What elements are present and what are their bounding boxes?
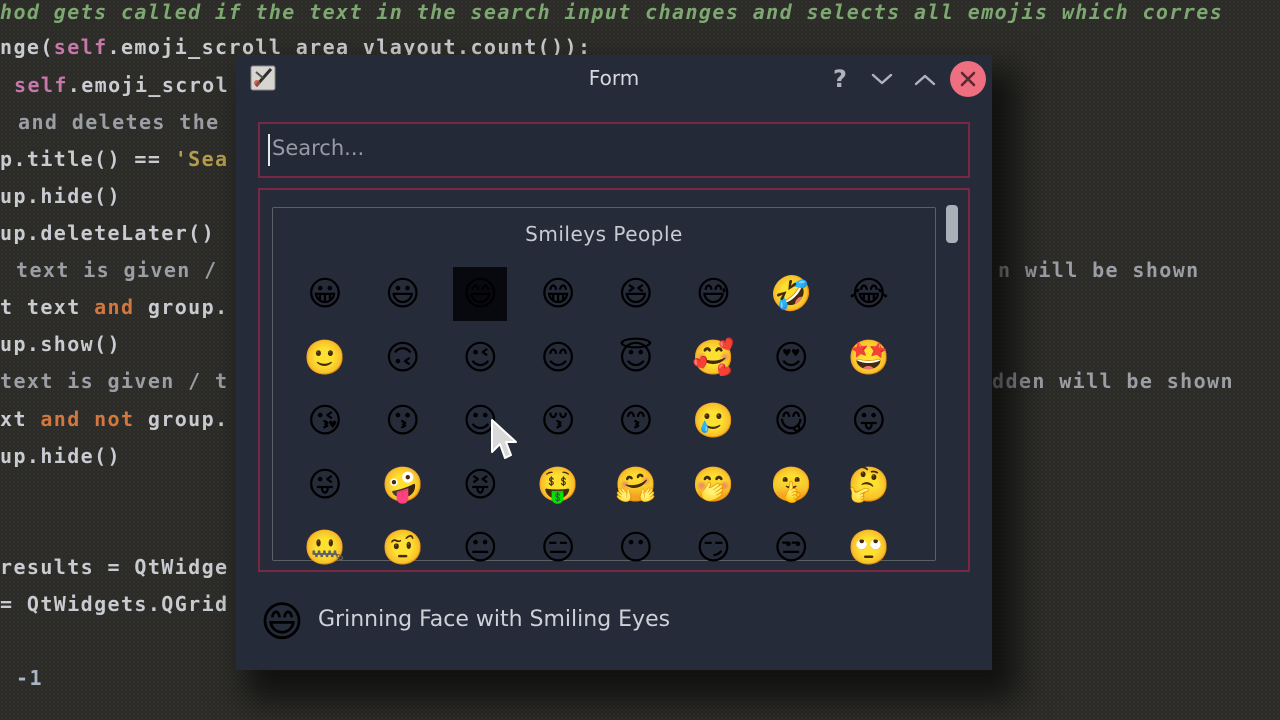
emoji-cell[interactable]: 😁: [531, 267, 585, 321]
mouse-cursor-icon: [486, 418, 520, 462]
code-line: -1: [16, 665, 43, 691]
emoji-cell[interactable]: 😛: [842, 394, 896, 448]
shade-button[interactable]: [866, 63, 898, 95]
emoji-cell[interactable]: 😃: [376, 267, 430, 321]
emoji-cell[interactable]: 😇: [609, 331, 663, 385]
emoji-cell[interactable]: 😑: [531, 521, 585, 575]
emoji-cell[interactable]: 😘: [298, 394, 352, 448]
emoji-cell[interactable]: 🤩: [842, 331, 896, 385]
emoji-cell[interactable]: 😀: [298, 267, 352, 321]
preview-label: Grinning Face with Smiling Eyes: [318, 607, 670, 632]
scrollbar-thumb[interactable]: [946, 205, 958, 243]
code-line: text is given /: [16, 257, 231, 283]
code-line: text is given / t: [0, 368, 229, 394]
emoji-cell[interactable]: 😅: [687, 267, 741, 321]
emoji-scroll-area[interactable]: Smileys People 😀😃😄😁😆😅🤣😂🙂🙃😉😊😇🥰😍🤩😘😗☺😚😙🥲😋😛😜…: [258, 188, 970, 572]
search-placeholder: Search...: [272, 136, 364, 160]
emoji-cell[interactable]: 😶: [609, 521, 663, 575]
code-line: xt and not group.: [0, 406, 229, 432]
emoji-cell[interactable]: 😐: [453, 521, 507, 575]
emoji-cell[interactable]: 😚: [531, 394, 585, 448]
emoji-cell[interactable]: 🙂: [298, 331, 352, 385]
code-line: up.deleteLater(): [0, 220, 215, 246]
emoji-cell[interactable]: 😍: [764, 331, 818, 385]
emoji-cell[interactable]: 😏: [687, 521, 741, 575]
emoji-cell[interactable]: 😒: [764, 521, 818, 575]
emoji-cell[interactable]: 🤐: [298, 521, 352, 575]
chevron-down-icon: [871, 73, 893, 86]
code-line: t text and group.: [0, 294, 229, 320]
emoji-cell[interactable]: 🤫: [764, 458, 818, 512]
code-line: dden will be shown: [992, 368, 1234, 394]
emoji-cell[interactable]: 😙: [609, 394, 663, 448]
emoji-cell[interactable]: 😉: [453, 331, 507, 385]
emoji-grid: 😀😃😄😁😆😅🤣😂🙂🙃😉😊😇🥰😍🤩😘😗☺😚😙🥲😋😛😜🤪😝🤑🤗🤭🤫🤔🤐🤨😐😑😶😏😒🙄: [260, 190, 968, 570]
emoji-cell[interactable]: 😆: [609, 267, 663, 321]
emoji-cell[interactable]: 🤣: [764, 267, 818, 321]
emoji-picker-dialog: Form ? Search... Smileys People �: [236, 55, 992, 670]
emoji-cell[interactable]: 😗: [376, 394, 430, 448]
emoji-cell[interactable]: 😂: [842, 267, 896, 321]
unshade-button[interactable]: [909, 63, 941, 95]
emoji-cell[interactable]: 🤨: [376, 521, 430, 575]
emoji-cell[interactable]: 🤭: [687, 458, 741, 512]
chevron-up-icon: [914, 73, 936, 86]
close-button[interactable]: [950, 61, 986, 97]
help-button[interactable]: ?: [824, 63, 856, 95]
emoji-cell[interactable]: 😄: [453, 267, 507, 321]
code-line: results = QtWidge: [0, 554, 229, 580]
emoji-cell[interactable]: 😊: [531, 331, 585, 385]
emoji-cell[interactable]: 🤔: [842, 458, 896, 512]
preview-emoji: 😄: [256, 593, 308, 649]
question-mark-icon: ?: [833, 65, 847, 93]
close-icon: [960, 71, 976, 87]
emoji-cell[interactable]: 😝: [453, 458, 507, 512]
code-line: up.hide(): [0, 183, 121, 209]
emoji-cell[interactable]: 😜: [298, 458, 352, 512]
code-line: self.emoji_scrol: [14, 72, 229, 98]
code-line: p.title() == 'Sea: [0, 146, 229, 172]
emoji-cell[interactable]: 🙃: [376, 331, 430, 385]
code-line: n will be shown: [998, 257, 1200, 283]
dialog-titlebar[interactable]: Form ?: [236, 55, 992, 101]
search-input[interactable]: Search...: [258, 122, 970, 178]
emoji-cell[interactable]: 🤗: [609, 458, 663, 512]
code-line: and deletes the: [18, 109, 220, 135]
emoji-cell[interactable]: 🥰: [687, 331, 741, 385]
emoji-cell[interactable]: 🥲: [687, 394, 741, 448]
code-line: up.show(): [0, 331, 121, 357]
code-line: up.hide(): [0, 443, 121, 469]
emoji-cell[interactable]: 🤑: [531, 458, 585, 512]
code-line: hod gets called if the text in the searc…: [0, 0, 1223, 25]
emoji-cell[interactable]: 😋: [764, 394, 818, 448]
text-caret: [268, 134, 270, 166]
emoji-cell[interactable]: 🙄: [842, 521, 896, 575]
code-line: = QtWidgets.QGrid: [0, 591, 229, 617]
emoji-cell[interactable]: 🤪: [376, 458, 430, 512]
